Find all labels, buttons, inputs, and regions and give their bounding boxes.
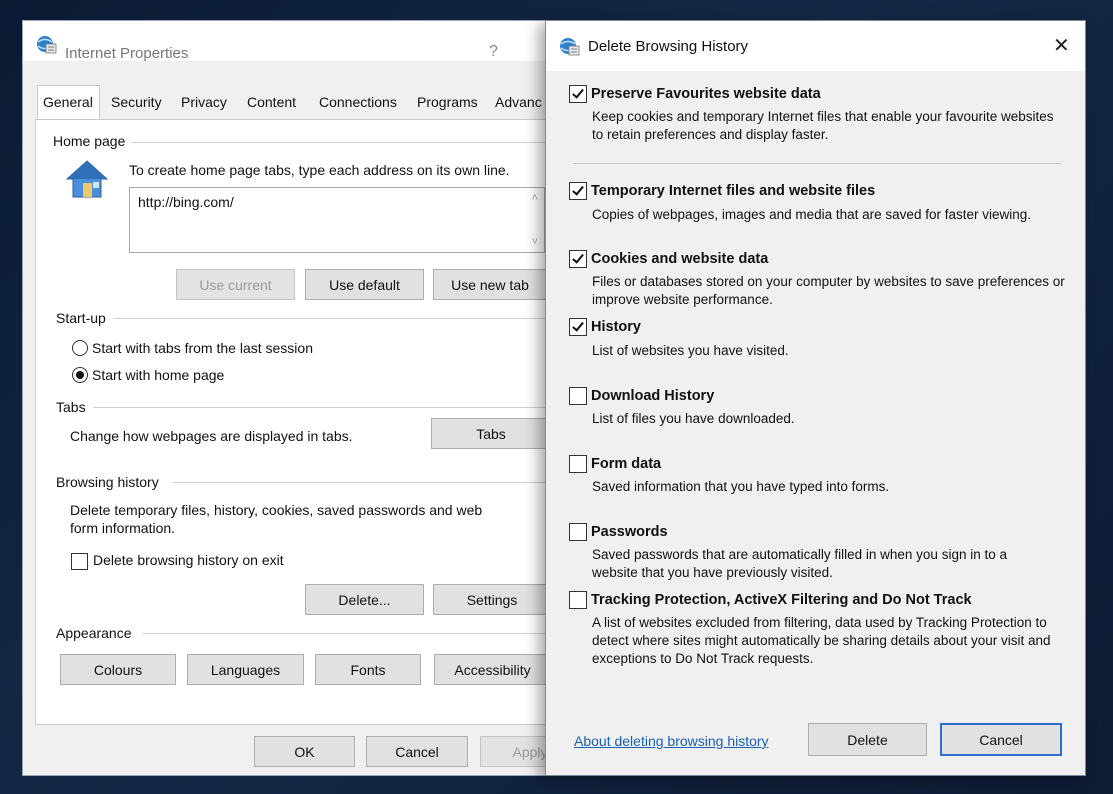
tab-connections[interactable]: Connections <box>319 94 397 110</box>
section-divider <box>113 318 563 319</box>
colours-button[interactable]: Colours <box>60 654 176 685</box>
radio-home-page-label: Start with home page <box>92 367 225 383</box>
cookies-desc: Files or databases stored on your comput… <box>592 274 1065 307</box>
browsing-history-heading: Browsing history <box>56 474 165 490</box>
form-data-desc: Saved information that you have typed in… <box>592 479 890 494</box>
radio-home-page[interactable] <box>72 367 88 383</box>
temporary-files-title: Temporary Internet files and website fil… <box>591 183 876 199</box>
about-deleting-history-link[interactable]: About deleting browsing history <box>574 733 769 749</box>
use-new-tab-button[interactable]: Use new tab <box>433 269 547 300</box>
ip-titlebar: Internet Properties ? <box>23 21 569 62</box>
tabs-description: Change how webpages are displayed in tab… <box>70 428 353 444</box>
accessibility-button[interactable]: Accessibility <box>434 654 551 685</box>
passwords-title: Passwords <box>591 524 668 540</box>
delete-history-button[interactable]: Delete... <box>305 584 424 615</box>
passwords-checkbox[interactable] <box>569 523 587 541</box>
passwords-desc: Saved passwords that are automatically f… <box>592 547 1007 580</box>
home-page-url-input[interactable]: http://bing.com/ ˄ ˅ <box>129 187 545 253</box>
fonts-button[interactable]: Fonts <box>315 654 421 685</box>
tabs-heading: Tabs <box>56 399 92 415</box>
appearance-heading: Appearance <box>56 625 138 641</box>
startup-heading: Start-up <box>56 310 112 326</box>
dialog-title: Delete Browsing History <box>588 38 749 55</box>
download-history-checkbox[interactable] <box>569 387 587 405</box>
house-icon <box>65 160 109 198</box>
home-page-url-value: http://bing.com/ <box>138 194 234 210</box>
download-history-title: Download History <box>591 388 715 404</box>
download-history-desc: List of files you have downloaded. <box>592 411 795 426</box>
history-title: History <box>591 319 641 335</box>
browsing-history-desc-line1: Delete temporary files, history, cookies… <box>70 502 483 518</box>
checkmark-icon <box>572 183 584 196</box>
section-divider <box>173 482 563 483</box>
cookies-title: Cookies and website data <box>591 251 769 267</box>
home-page-heading: Home page <box>53 133 132 149</box>
dbh-titlebar: Delete Browsing History ✕ <box>546 21 1085 71</box>
delete-on-exit-label: Delete browsing history on exit <box>93 552 284 568</box>
section-divider <box>93 407 563 408</box>
tracking-protection-checkbox[interactable] <box>569 591 587 609</box>
checkmark-icon <box>572 319 584 332</box>
delete-browsing-history-dialog: Delete Browsing History ✕ Preserve Favou… <box>545 20 1086 776</box>
languages-button[interactable]: Languages <box>187 654 304 685</box>
tabs-settings-button[interactable]: Tabs <box>431 418 551 449</box>
checkmark-icon <box>572 251 584 264</box>
cookies-checkbox[interactable] <box>569 250 587 268</box>
section-divider <box>143 633 563 634</box>
use-default-button[interactable]: Use default <box>305 269 424 300</box>
preserve-favourites-desc: Keep cookies and temporary Internet file… <box>592 109 1054 142</box>
radio-selected-dot <box>76 371 84 379</box>
tab-privacy[interactable]: Privacy <box>181 94 227 110</box>
delete-button[interactable]: Delete <box>808 723 927 756</box>
radio-last-session[interactable] <box>72 340 88 356</box>
ok-button[interactable]: OK <box>254 736 355 767</box>
ie-globe-icon <box>37 36 57 54</box>
temporary-files-checkbox[interactable] <box>569 182 587 200</box>
browsing-history-desc-line2: form information. <box>70 520 176 536</box>
dialog-cancel-button[interactable]: Cancel <box>940 723 1062 756</box>
form-data-checkbox[interactable] <box>569 455 587 473</box>
history-settings-button[interactable]: Settings <box>433 584 551 615</box>
preserve-favourites-checkbox[interactable] <box>569 85 587 103</box>
help-button[interactable]: ? <box>489 43 498 61</box>
tracking-protection-title: Tracking Protection, ActiveX Filtering a… <box>591 592 972 608</box>
scroll-up-arrow-icon[interactable]: ˄ <box>532 192 538 204</box>
tab-advanced[interactable]: Advanc <box>495 94 542 110</box>
history-checkbox[interactable] <box>569 318 587 336</box>
home-page-instructions: To create home page tabs, type each addr… <box>129 162 510 178</box>
tab-programs[interactable]: Programs <box>417 94 478 110</box>
temporary-files-desc: Copies of webpages, images and media tha… <box>592 207 1031 222</box>
preserve-favourites-title: Preserve Favourites website data <box>591 86 821 102</box>
window-title: Internet Properties <box>65 45 189 62</box>
internet-properties-window: Internet Properties ? General Security P… <box>22 20 580 776</box>
radio-last-session-label: Start with tabs from the last session <box>92 340 313 356</box>
ie-globe-icon <box>560 38 580 56</box>
use-current-button[interactable]: Use current <box>176 269 295 300</box>
cancel-button[interactable]: Cancel <box>366 736 468 767</box>
tracking-protection-desc: A list of websites excluded from filteri… <box>592 615 1051 666</box>
tab-security[interactable]: Security <box>111 94 162 110</box>
tab-content[interactable]: Content <box>247 94 296 110</box>
form-data-title: Form data <box>591 456 662 472</box>
delete-on-exit-checkbox[interactable] <box>71 553 88 570</box>
options-separator <box>573 163 1061 164</box>
history-desc: List of websites you have visited. <box>592 343 789 358</box>
section-divider <box>123 142 563 143</box>
scroll-down-arrow-icon[interactable]: ˅ <box>532 236 538 248</box>
checkmark-icon <box>572 86 584 99</box>
tab-general[interactable]: General <box>43 94 93 110</box>
close-icon[interactable]: ✕ <box>1053 33 1070 58</box>
